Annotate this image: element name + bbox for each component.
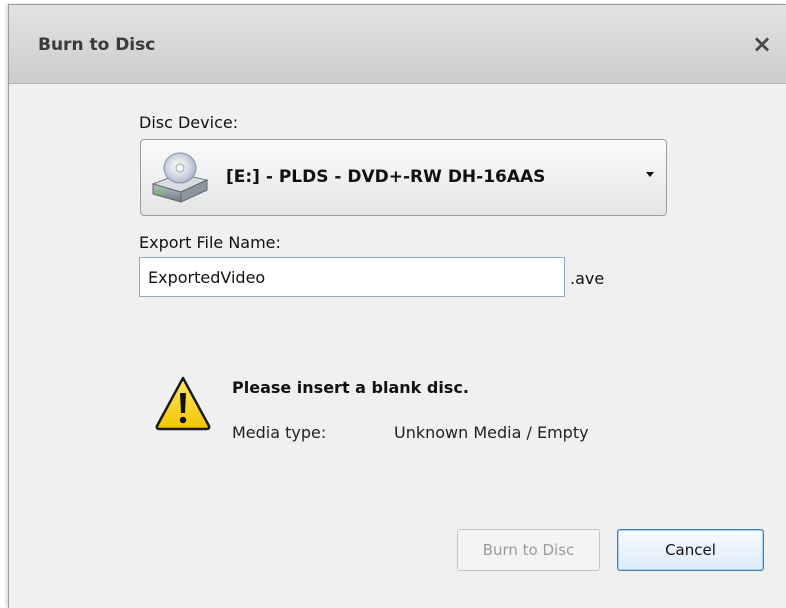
- chevron-down-icon: [646, 172, 654, 177]
- export-file-name-label: Export File Name:: [139, 233, 281, 252]
- burn-to-disc-button[interactable]: Burn to Disc: [457, 529, 600, 571]
- close-button[interactable]: ×: [749, 31, 775, 57]
- file-extension: .ave: [570, 269, 605, 288]
- dialog-title: Burn to Disc: [38, 35, 156, 55]
- insert-disc-message: Please insert a blank disc.: [232, 378, 469, 397]
- title-bar: Burn to Disc ×: [9, 5, 786, 84]
- export-file-name-input[interactable]: [139, 257, 565, 297]
- warning-icon: [155, 376, 211, 431]
- media-type-value: Unknown Media / Empty: [394, 423, 589, 442]
- cancel-button[interactable]: Cancel: [617, 529, 764, 571]
- disc-device-label: Disc Device:: [139, 113, 239, 132]
- selected-device: [E:] - PLDS - DVD+-RW DH-16AAS: [226, 167, 546, 187]
- disc-device-dropdown[interactable]: [E:] - PLDS - DVD+-RW DH-16AAS: [140, 139, 667, 216]
- media-type-label: Media type:: [232, 423, 327, 442]
- burn-to-disc-dialog: Burn to Disc × Disc Device: [E:] - PLDS …: [8, 4, 786, 608]
- disc-drive-icon: [151, 152, 209, 203]
